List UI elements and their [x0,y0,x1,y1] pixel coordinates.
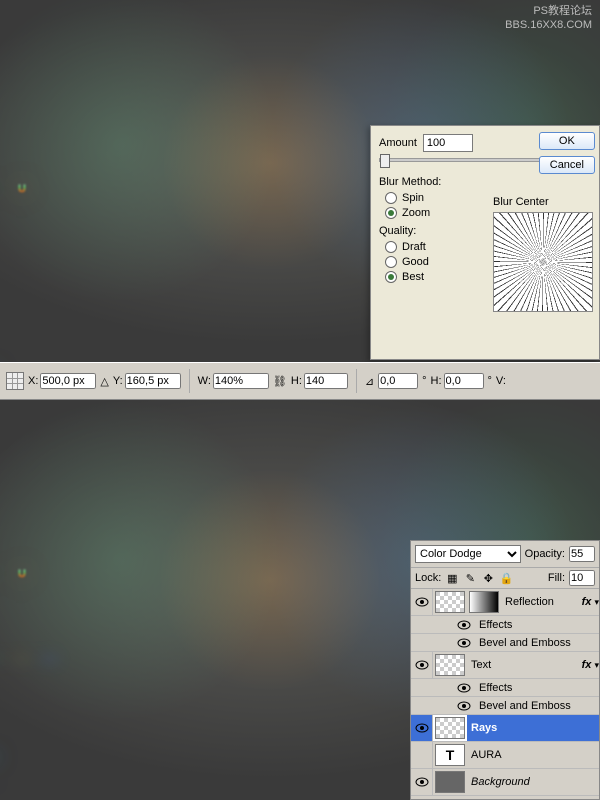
h-label: H: [291,375,302,387]
radio-zoom[interactable]: Zoom [385,207,479,219]
layers-panel: Color Dodge Opacity: Lock: ▦ ✎ ✥ 🔒 Fill:… [410,540,600,800]
radio-good[interactable]: Good [385,256,479,268]
fx-icon[interactable]: fx [580,596,592,608]
delta-icon[interactable]: △ [100,375,108,388]
options-bar: X: △ Y: W: ⛓ H: ⊿ ° H: ° V: [0,362,600,400]
bevel-row[interactable]: Bevel and Emboss [411,634,599,652]
ok-button[interactable]: OK [539,132,595,150]
layer-thumb [435,654,465,676]
lock-transparency-icon[interactable]: ▦ [445,571,459,585]
fx-icon[interactable]: fx [580,659,592,671]
x-label: X: [28,375,38,387]
blur-method-label: Blur Method: [379,176,479,188]
vskew-label: V: [496,375,506,387]
opacity-input[interactable] [569,546,595,562]
radio-draft[interactable]: Draft [385,241,479,253]
degree-icon: ° [422,375,426,387]
blur-center-box[interactable] [493,212,593,312]
y-input[interactable] [125,373,181,389]
chevron-down-icon[interactable]: ▾ [594,660,599,671]
text-layer-icon: T [435,744,465,766]
visibility-icon[interactable] [411,769,433,795]
layer-reflection[interactable]: Reflection fx▾ [411,589,599,616]
opacity-label: Opacity: [525,548,565,560]
slider-knob[interactable] [380,154,390,168]
lock-label: Lock: [415,572,441,584]
watermark-top: PS教程论坛 BBS.16XX8.COM [505,4,592,32]
radio-spin[interactable]: Spin [385,192,479,204]
lock-pixels-icon[interactable]: ✎ [463,571,477,585]
layer-aura[interactable]: T AURA [411,742,599,769]
bevel-row-2[interactable]: Bevel and Emboss [411,697,599,715]
w-input[interactable] [213,373,269,389]
radio-best[interactable]: Best [385,271,479,283]
hskew-input[interactable] [444,373,484,389]
blend-mode-select[interactable]: Color Dodge [415,545,521,563]
blur-center-label: Blur Center [493,196,593,208]
w-label: W: [198,375,211,387]
degree-icon-2: ° [488,375,492,387]
radial-blur-dialog: Amount OK Cancel Blur Method: Spin Zoom … [370,125,600,360]
lock-position-icon[interactable]: ✥ [481,571,495,585]
layer-thumb [435,717,465,739]
visibility-icon[interactable] [411,715,433,741]
angle-icon: ⊿ [365,375,374,388]
layer-text[interactable]: Text fx▾ [411,652,599,679]
x-input[interactable] [40,373,96,389]
fill-input[interactable] [569,570,595,586]
effects-row-2[interactable]: Effects [411,679,599,697]
layers-list: Reflection fx▾ Effects Bevel and Emboss … [411,589,599,799]
amount-input[interactable] [423,134,473,152]
y-label: Y: [113,375,123,387]
h-input[interactable] [304,373,348,389]
layer-thumb [435,771,465,793]
link-icon[interactable]: ⛓ [273,375,287,388]
layer-thumb [435,591,465,613]
chevron-down-icon[interactable]: ▾ [594,597,599,608]
angle-input[interactable] [378,373,418,389]
visibility-icon[interactable] [411,589,433,615]
lock-all-icon[interactable]: 🔒 [499,571,513,585]
layer-rays[interactable]: Rays [411,715,599,742]
fill-label: Fill: [548,572,565,584]
layer-mask [469,591,499,613]
visibility-icon[interactable] [411,652,433,678]
aura-text-top: AURA [0,45,72,362]
effects-row[interactable]: Effects [411,616,599,634]
aura-reflection: AUR [0,634,74,744]
layer-background[interactable]: Background [411,769,599,796]
quality-label: Quality: [379,225,479,237]
reference-point-icon[interactable] [6,372,24,390]
amount-label: Amount [379,137,417,149]
hskew-label: H: [431,375,442,387]
cancel-button[interactable]: Cancel [539,156,595,174]
visibility-icon[interactable] [411,742,433,768]
